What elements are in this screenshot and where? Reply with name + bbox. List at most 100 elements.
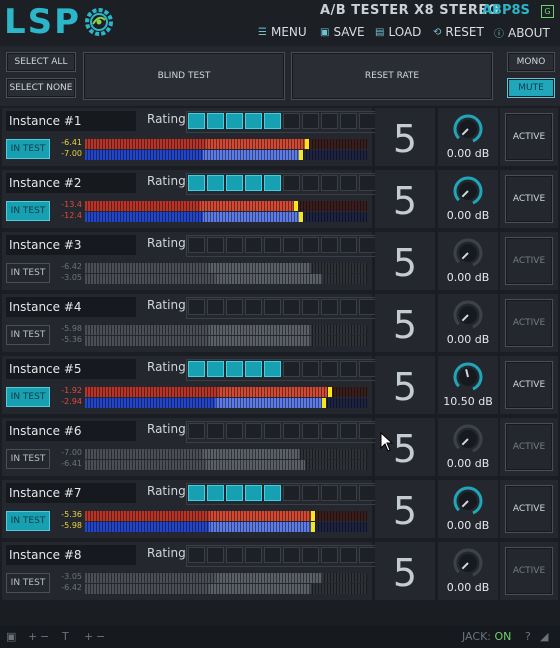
rating-scale[interactable] [186,173,378,195]
rating-cell[interactable] [321,113,338,129]
rating-cell[interactable] [302,237,319,253]
rating-cell[interactable] [302,113,319,129]
rating-cell[interactable] [321,547,338,563]
rating-scale[interactable] [186,297,378,319]
menu-load-button[interactable]: ▤ LOAD [375,25,421,39]
rating-cell[interactable] [283,547,300,563]
rating-cell[interactable] [245,299,262,315]
rating-cell[interactable] [245,361,262,377]
rating-cell[interactable] [321,237,338,253]
rating-cell[interactable] [188,299,205,315]
rating-cell[interactable] [359,423,376,439]
font-zoom-out-icon[interactable]: − [96,630,105,643]
rating-cell[interactable] [245,485,262,501]
rating-cell[interactable] [359,175,376,191]
rating-cell[interactable] [283,175,300,191]
select-all-button[interactable]: SELECT ALL [6,52,76,72]
rating-cell[interactable] [359,547,376,563]
rating-cell[interactable] [188,547,205,563]
rating-cell[interactable] [321,175,338,191]
active-button[interactable]: ACTIVE [505,361,553,409]
rating-cell[interactable] [264,423,281,439]
blind-test-button[interactable]: BLIND TEST [83,52,285,100]
resize-icon[interactable]: ◢ [540,630,548,643]
rating-cell[interactable] [226,175,243,191]
rating-cell[interactable] [188,237,205,253]
gain-knob[interactable] [453,238,483,268]
gain-knob[interactable] [453,548,483,578]
reset-rate-button[interactable]: RESET RATE [291,52,493,100]
menu-save-button[interactable]: ▣ SAVE [320,25,365,39]
rating-cell[interactable] [283,299,300,315]
gain-knob[interactable] [453,362,483,392]
rating-scale[interactable] [186,545,378,567]
rating-cell[interactable] [359,485,376,501]
rating-cell[interactable] [302,361,319,377]
rating-cell[interactable] [302,175,319,191]
rating-cell[interactable] [245,113,262,129]
rating-cell[interactable] [283,423,300,439]
rating-cell[interactable] [340,485,357,501]
gain-knob[interactable] [453,424,483,454]
active-button[interactable]: ACTIVE [505,113,553,161]
gain-knob[interactable] [453,114,483,144]
rating-cell[interactable] [207,299,224,315]
rating-cell[interactable] [188,113,205,129]
rating-cell[interactable] [302,423,319,439]
rating-scale[interactable] [186,483,378,505]
menu-about-button[interactable]: ⓘ ABOUT [494,25,550,41]
in-test-button[interactable]: IN TEST [6,263,50,283]
rating-cell[interactable] [226,361,243,377]
menu-menu-button[interactable]: ☰ MENU [258,25,307,39]
rating-cell[interactable] [226,485,243,501]
rating-cell[interactable] [340,237,357,253]
rating-cell[interactable] [207,423,224,439]
select-none-button[interactable]: SELECT NONE [6,78,76,98]
active-button[interactable]: ACTIVE [505,299,553,347]
active-button[interactable]: ACTIVE [505,485,553,533]
rating-cell[interactable] [207,485,224,501]
rating-cell[interactable] [245,175,262,191]
rating-cell[interactable] [302,485,319,501]
rating-cell[interactable] [302,299,319,315]
rating-cell[interactable] [226,113,243,129]
rating-cell[interactable] [226,423,243,439]
rating-cell[interactable] [207,547,224,563]
rating-scale[interactable] [186,111,378,133]
rating-cell[interactable] [340,423,357,439]
rating-cell[interactable] [340,547,357,563]
rating-cell[interactable] [321,485,338,501]
active-button[interactable]: ACTIVE [505,547,553,595]
rating-cell[interactable] [226,237,243,253]
rating-cell[interactable] [207,361,224,377]
in-test-button[interactable]: IN TEST [6,449,50,469]
gain-knob[interactable] [453,486,483,516]
mono-button[interactable]: MONO [507,52,555,72]
font-zoom-in-icon[interactable]: + [84,630,93,643]
rating-cell[interactable] [359,237,376,253]
zoom-in-icon[interactable]: + [28,630,37,643]
rating-cell[interactable] [283,485,300,501]
rating-cell[interactable] [226,299,243,315]
rating-cell[interactable] [264,113,281,129]
in-test-button[interactable]: IN TEST [6,573,50,593]
rating-cell[interactable] [359,113,376,129]
rating-cell[interactable] [321,299,338,315]
mute-button[interactable]: MUTE [507,78,555,98]
rating-cell[interactable] [264,361,281,377]
rating-cell[interactable] [283,361,300,377]
rating-cell[interactable] [207,237,224,253]
rating-cell[interactable] [359,361,376,377]
rating-cell[interactable] [283,113,300,129]
active-button[interactable]: ACTIVE [505,175,553,223]
rating-cell[interactable] [245,237,262,253]
rating-cell[interactable] [245,547,262,563]
rating-scale[interactable] [186,235,378,257]
rating-cell[interactable] [340,299,357,315]
rating-cell[interactable] [207,175,224,191]
rating-scale[interactable] [186,421,378,443]
rating-cell[interactable] [340,175,357,191]
rating-cell[interactable] [340,361,357,377]
rating-cell[interactable] [207,113,224,129]
rating-cell[interactable] [283,237,300,253]
